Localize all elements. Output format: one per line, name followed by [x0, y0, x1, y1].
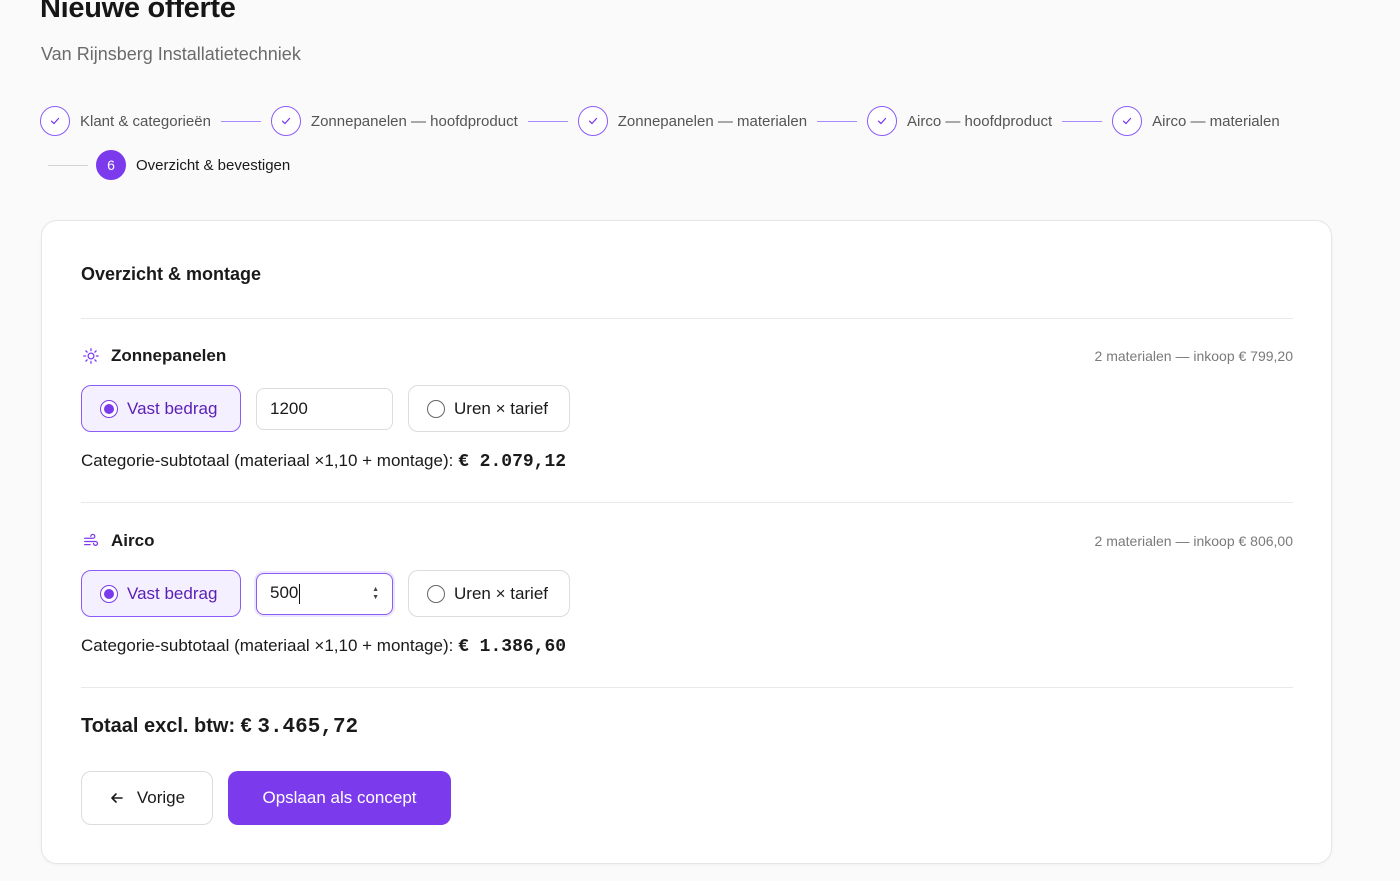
subtotal-value: € 2.079,12 — [458, 452, 567, 472]
amount-value: 1200 — [270, 398, 308, 418]
radio-label: Uren × tarief — [454, 583, 549, 603]
wizard-stepper: Klant & categorieën Zonnepanelen — hoofd… — [40, 106, 1340, 180]
overview-card: Overzicht & montage Zonnepanelen 2 mater… — [41, 220, 1332, 864]
spinner-down-icon[interactable]: ▼ — [372, 594, 379, 601]
radio-label: Vast bedrag — [127, 583, 218, 603]
step-connector — [48, 164, 88, 166]
step-connector — [220, 120, 261, 122]
section-meta: 2 materialen — inkoop € 799,20 — [1094, 348, 1293, 364]
step-number: 6 — [96, 150, 126, 180]
step-overzicht[interactable]: 6 Overzicht & bevestigen — [96, 150, 290, 180]
step-airco-hoofdproduct[interactable]: Airco — hoofdproduct — [867, 106, 1052, 136]
arrow-left-icon — [111, 793, 123, 803]
wind-icon — [81, 531, 101, 551]
section-header-airco: Airco 2 materialen — inkoop € 806,00 — [81, 529, 1293, 553]
radio-uren-tarief[interactable]: Uren × tarief — [408, 385, 570, 432]
page-title: Nieuwe offerte — [40, 0, 236, 24]
check-icon — [1112, 106, 1143, 136]
montage-options-airco: Vast bedrag 500 ▲ ▼ Uren × tarief — [81, 570, 570, 617]
amount-input[interactable]: 500 ▲ ▼ — [256, 572, 393, 615]
card-title: Overzicht & montage — [81, 264, 262, 284]
subtotal-value: € 1.386,60 — [458, 637, 567, 657]
step-connector — [817, 120, 858, 122]
step-label: Klant & categorieën — [80, 112, 211, 130]
section-name: Airco — [111, 531, 155, 550]
step-airco-materialen[interactable]: Airco — materialen — [1112, 106, 1280, 136]
sun-icon — [81, 346, 101, 366]
radio-vast-bedrag[interactable]: Vast bedrag — [81, 570, 241, 617]
total-excl-btw: Totaal excl. btw: € 3.465,72 — [81, 715, 358, 739]
montage-options-zonnepanelen: Vast bedrag 1200 Uren × tarief — [81, 385, 570, 432]
step-klant[interactable]: Klant & categorieën — [40, 106, 211, 136]
radio-label: Vast bedrag — [127, 398, 218, 418]
radio-indicator — [100, 584, 118, 603]
subtotal-label: Categorie-subtotaal (materiaal ×1,10 + m… — [81, 636, 454, 655]
divider — [81, 502, 1293, 503]
step-connector — [527, 120, 568, 122]
check-icon — [270, 106, 301, 136]
check-icon — [867, 106, 898, 136]
number-spinner[interactable]: ▲ ▼ — [372, 586, 379, 601]
divider — [81, 687, 1293, 688]
step-label: Zonnepanelen — hoofdproduct — [310, 112, 518, 130]
save-draft-button[interactable]: Opslaan als concept — [228, 771, 451, 825]
section-header-zonnepanelen: Zonnepanelen 2 materialen — inkoop € 799… — [81, 344, 1293, 368]
page: Nieuwe offerte Van Rijnsberg Installatie… — [0, 0, 1400, 881]
page-subtitle: Van Rijnsberg Installatietechniek — [41, 44, 301, 64]
step-label: Airco — materialen — [1152, 112, 1280, 130]
radio-indicator — [100, 399, 118, 418]
amount-value: 500 — [270, 583, 299, 603]
step-zonnepanelen-hoofdproduct[interactable]: Zonnepanelen — hoofdproduct — [270, 106, 518, 136]
spinner-up-icon[interactable]: ▲ — [372, 586, 379, 593]
total-value: 3.465,72 — [257, 716, 359, 739]
step-label: Overzicht & bevestigen — [136, 156, 291, 174]
check-icon — [40, 106, 70, 136]
previous-label: Vorige — [136, 788, 186, 807]
amount-text: 500 — [270, 583, 301, 604]
subtotal-airco: Categorie-subtotaal (materiaal ×1,10 + m… — [81, 636, 566, 657]
check-icon — [577, 106, 608, 136]
section-meta: 2 materialen — inkoop € 806,00 — [1094, 533, 1293, 549]
step-connector — [1062, 120, 1103, 122]
radio-label: Uren × tarief — [454, 398, 549, 418]
total-label: Totaal excl. btw: € — [81, 715, 252, 737]
text-caret — [299, 583, 301, 604]
radio-indicator — [427, 399, 445, 418]
subtotal-zonnepanelen: Categorie-subtotaal (materiaal ×1,10 + m… — [81, 451, 566, 472]
step-label: Airco — hoofdproduct — [907, 112, 1053, 130]
previous-button[interactable]: Vorige — [81, 771, 213, 825]
step-zonnepanelen-materialen[interactable]: Zonnepanelen — materialen — [577, 106, 808, 136]
amount-input[interactable]: 1200 — [256, 387, 393, 430]
radio-indicator — [427, 584, 445, 603]
step-label: Zonnepanelen — materialen — [617, 112, 808, 130]
divider — [81, 318, 1293, 319]
section-name: Zonnepanelen — [111, 346, 227, 365]
subtotal-label: Categorie-subtotaal (materiaal ×1,10 + m… — [81, 451, 454, 470]
radio-uren-tarief[interactable]: Uren × tarief — [408, 570, 570, 617]
radio-vast-bedrag[interactable]: Vast bedrag — [81, 385, 241, 432]
